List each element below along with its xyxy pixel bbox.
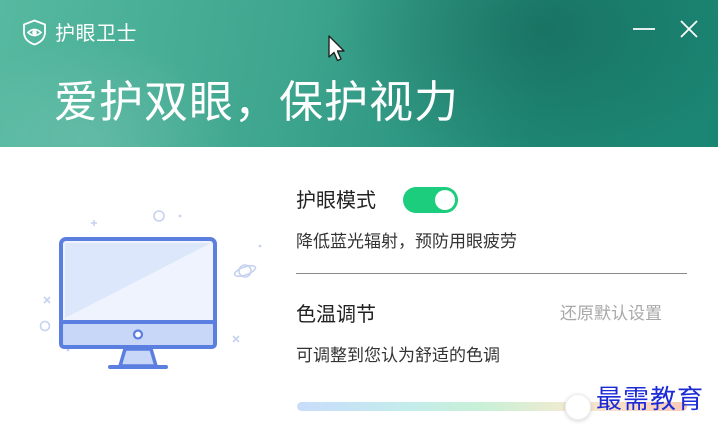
color-temp-slider-thumb[interactable]	[564, 394, 591, 420]
minimize-icon[interactable]	[631, 18, 657, 40]
close-icon[interactable]	[677, 17, 701, 41]
monitor-illustration	[39, 210, 262, 369]
app-title: 护眼卫士	[55, 21, 137, 45]
planet-icon	[233, 264, 257, 278]
color-temp-description: 可调整到您认为舒适的色调	[296, 346, 500, 366]
eye-mode-label: 护眼模式	[296, 188, 376, 212]
header-banner: 护眼卫士 爱护双眼，保护视力	[0, 0, 718, 147]
toggle-knob	[435, 190, 455, 210]
reset-default-button[interactable]: 还原默认设置	[560, 301, 662, 327]
watermark-text: 最需教育	[596, 385, 705, 415]
section-divider	[296, 273, 687, 274]
slogan: 爱护双眼，保护视力	[54, 77, 459, 128]
mouse-cursor-icon	[328, 35, 345, 62]
eye-mode-toggle[interactable]	[403, 187, 458, 213]
eye-mode-description: 降低蓝光辐射，预防用眼疲劳	[296, 232, 517, 252]
color-temp-label: 色温调节	[296, 302, 376, 326]
shield-eye-icon	[23, 19, 46, 46]
